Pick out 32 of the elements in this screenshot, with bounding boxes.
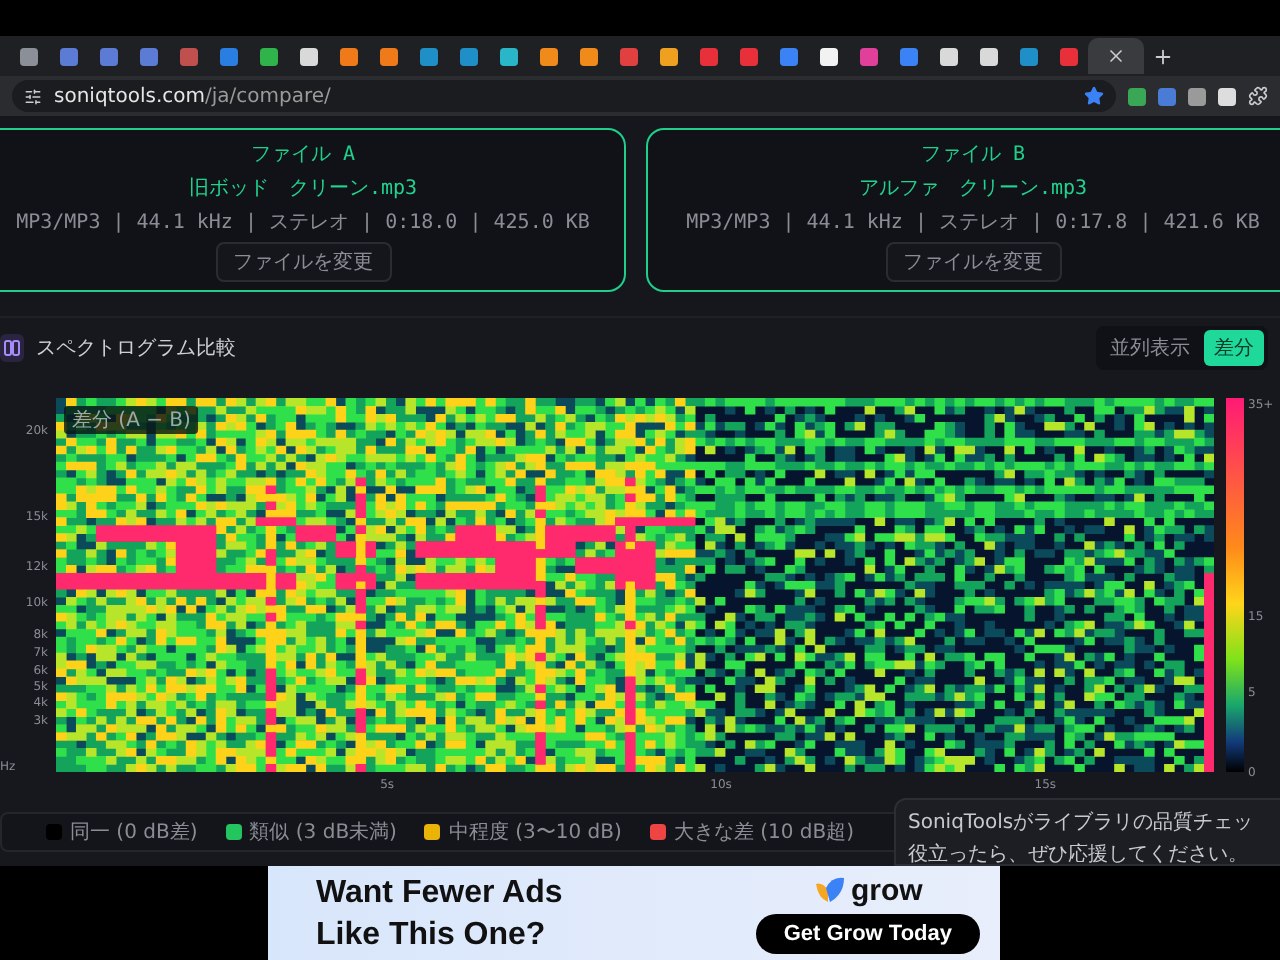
columns-icon	[0, 334, 24, 362]
close-icon[interactable]	[1106, 46, 1126, 66]
overlay-label: 差分 (A − B)	[64, 406, 199, 434]
ad-headline: Want Fewer Ads	[316, 873, 565, 913]
legend-label: 中程度 (3〜10 dB)	[448, 819, 622, 846]
brand-name: grow	[851, 873, 923, 907]
change-file-button[interactable]: ファイルを変更	[885, 241, 1061, 281]
ad-headline: Like This One?	[316, 915, 548, 955]
file-info: MP3/MP3 | 44.1 kHz | ステレオ | 0:18.0 | 425.0 KB	[16, 209, 590, 235]
legend-label: 類似 (3 dB未満)	[249, 819, 397, 846]
popup-text: 役立ったら、ぜひ応援してください。	[908, 841, 1250, 866]
file-name: アルファ クリーン.mp3	[858, 175, 1088, 201]
puzzle-icon[interactable]	[1248, 86, 1268, 106]
url-text: soniqtools.com/ja/compare/	[54, 85, 333, 107]
legend-label: 同一 (0 dB差)	[69, 820, 198, 846]
file-label: ファイル B	[920, 141, 1026, 167]
change-file-button[interactable]: ファイルを変更	[215, 241, 391, 281]
address-field[interactable]: soniqtools.com/ja/compare/	[12, 80, 1116, 112]
view-toggle[interactable]: 差分	[1204, 330, 1264, 366]
section-title: スペクトログラム比較	[36, 335, 238, 362]
leaf-logo-icon	[813, 876, 845, 904]
view-toggle[interactable]: 並列表示	[1100, 330, 1200, 366]
file-info: MP3/MP3 | 44.1 kHz | ステレオ | 0:17.8 | 421.6 KB	[686, 209, 1260, 235]
legend-label: 大きな差 (10 dB超)	[673, 819, 855, 846]
cta-button[interactable]: Get Grow Today	[755, 913, 980, 953]
ad-banner[interactable]: Want Fewer Ads Like This One? grow Get Grow Today	[268, 866, 1000, 960]
new-tab-icon[interactable]	[1152, 45, 1174, 67]
file-name: 旧ボッド クリーン.mp3	[188, 175, 418, 201]
site-settings-icon[interactable]	[24, 87, 42, 105]
bookmark-star-icon[interactable]	[1084, 86, 1104, 106]
file-label: ファイル A	[250, 141, 356, 167]
popup-text: SoniqToolsがライブラリの品質チェッ	[908, 809, 1256, 836]
